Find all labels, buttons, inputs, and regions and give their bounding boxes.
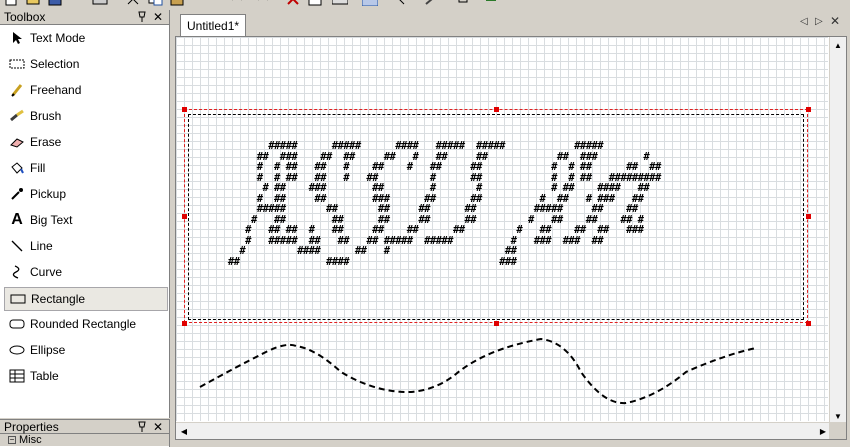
scrollbar-corner (829, 422, 846, 439)
tool-fill[interactable]: Fill (4, 156, 168, 180)
brush-icon (8, 107, 26, 125)
document-tab-bar: Untitled1* ◁ ▷ ✕ (172, 10, 850, 36)
close-icon[interactable]: ✕ (153, 420, 163, 434)
horizontal-scrollbar[interactable]: ◀ ▶ (176, 422, 831, 439)
properties-header: Properties ✕ (0, 419, 169, 434)
pencil-icon (8, 81, 26, 99)
tool-label: Big Text (30, 213, 73, 227)
grid-icon[interactable] (361, 0, 379, 7)
tool-selection[interactable]: Selection (4, 52, 168, 76)
tool-table[interactable]: Table (4, 364, 168, 388)
tool-pickup[interactable]: Pickup (4, 182, 168, 206)
toolbox-title: Toolbox (4, 10, 46, 24)
toolbox-header: Toolbox ✕ (0, 10, 169, 25)
copy-icon[interactable] (148, 0, 163, 6)
line-icon (8, 237, 26, 255)
eraser-icon (8, 133, 26, 151)
tool-text-mode[interactable]: Text Mode (4, 26, 168, 50)
delete-icon[interactable] (286, 0, 300, 6)
toolbox-panel: Toolbox ✕ Text Mode Selection Freehand B… (0, 10, 170, 418)
canvas-grid[interactable]: ##### ##### #### ##### ##### ##### ## ##… (176, 37, 828, 421)
eyedropper-icon (8, 185, 26, 203)
tool-label: Ellipse (30, 343, 66, 357)
redo-icon[interactable] (256, 0, 270, 6)
selection-icon (8, 55, 26, 73)
misc-label: Misc (19, 434, 42, 446)
tool-big-text[interactable]: A Big Text (4, 208, 168, 232)
table-icon (8, 367, 26, 385)
print-icon[interactable] (92, 0, 108, 6)
tool-freehand[interactable]: Freehand (4, 78, 168, 102)
drawn-curve[interactable] (176, 37, 828, 421)
tool-label: Curve (30, 265, 63, 279)
tool-label: Rounded Rectangle (30, 317, 137, 331)
main-toolbar (0, 0, 850, 9)
tool-erase[interactable]: Erase (4, 130, 168, 154)
tool-curve[interactable]: Curve (4, 260, 168, 284)
tool-label: Brush (30, 109, 62, 123)
tab-prev-icon[interactable]: ◁ (800, 16, 808, 27)
rectangle-icon (9, 290, 27, 308)
open-icon[interactable] (26, 0, 40, 6)
tab-next-icon[interactable]: ▷ (815, 16, 823, 27)
ellipse-icon (8, 341, 26, 359)
close-icon[interactable]: ✕ (153, 10, 163, 24)
tab-label: Untitled1* (187, 18, 240, 33)
rounded-rectangle-icon (8, 315, 26, 333)
tool-label: Pickup (30, 187, 67, 201)
tool-rounded-rectangle[interactable]: Rounded Rectangle (4, 312, 168, 336)
undo-icon[interactable] (230, 0, 244, 6)
scroll-up-icon[interactable]: ▲ (830, 37, 846, 53)
pin-icon[interactable] (137, 11, 147, 26)
tool-rectangle[interactable]: Rectangle (4, 287, 168, 311)
clipboard-icon[interactable] (308, 0, 322, 6)
arrow-cursor-icon (8, 29, 26, 47)
tool-label: Freehand (30, 83, 82, 97)
tab-close-icon[interactable]: ✕ (830, 14, 840, 28)
drawing-canvas[interactable]: ##### ##### #### ##### ##### ##### ## ##… (175, 36, 847, 440)
tool-label: Erase (30, 135, 62, 149)
new-icon[interactable] (4, 0, 18, 6)
keyboard-icon[interactable] (331, 0, 349, 6)
tool-label: Selection (30, 57, 80, 71)
tool-label: Text Mode (30, 31, 86, 45)
save-icon[interactable] (48, 0, 62, 6)
scroll-left-icon[interactable]: ◀ (176, 423, 192, 439)
tab-untitled1[interactable]: Untitled1* (180, 14, 247, 36)
tool-label: Rectangle (31, 292, 86, 306)
collapse-icon[interactable]: − (8, 436, 16, 444)
pointer-icon[interactable] (392, 0, 406, 6)
tool-line[interactable]: Line (4, 234, 168, 258)
pin-icon[interactable] (137, 421, 147, 436)
properties-panel: Properties ✕ − Misc (0, 419, 170, 447)
paste-icon[interactable] (170, 0, 184, 6)
tool-label: Fill (30, 161, 46, 175)
curve-icon (8, 263, 26, 281)
exit-icon[interactable] (484, 0, 498, 6)
big-a-icon: A (11, 211, 23, 228)
document-area: Untitled1* ◁ ▷ ✕ ##### ##### #### ##### … (172, 10, 850, 447)
magnet-icon[interactable] (456, 0, 470, 6)
tool-label: Line (30, 239, 53, 253)
vertical-scrollbar[interactable]: ▲ ▼ (829, 37, 846, 424)
wand-icon[interactable] (424, 0, 438, 6)
properties-title: Properties (4, 419, 59, 434)
fill-bucket-icon (8, 159, 26, 177)
tool-brush[interactable]: Brush (4, 104, 168, 128)
tool-ellipse[interactable]: Ellipse (4, 338, 168, 362)
cut-icon[interactable] (126, 0, 140, 6)
tool-label: Table (30, 369, 59, 383)
